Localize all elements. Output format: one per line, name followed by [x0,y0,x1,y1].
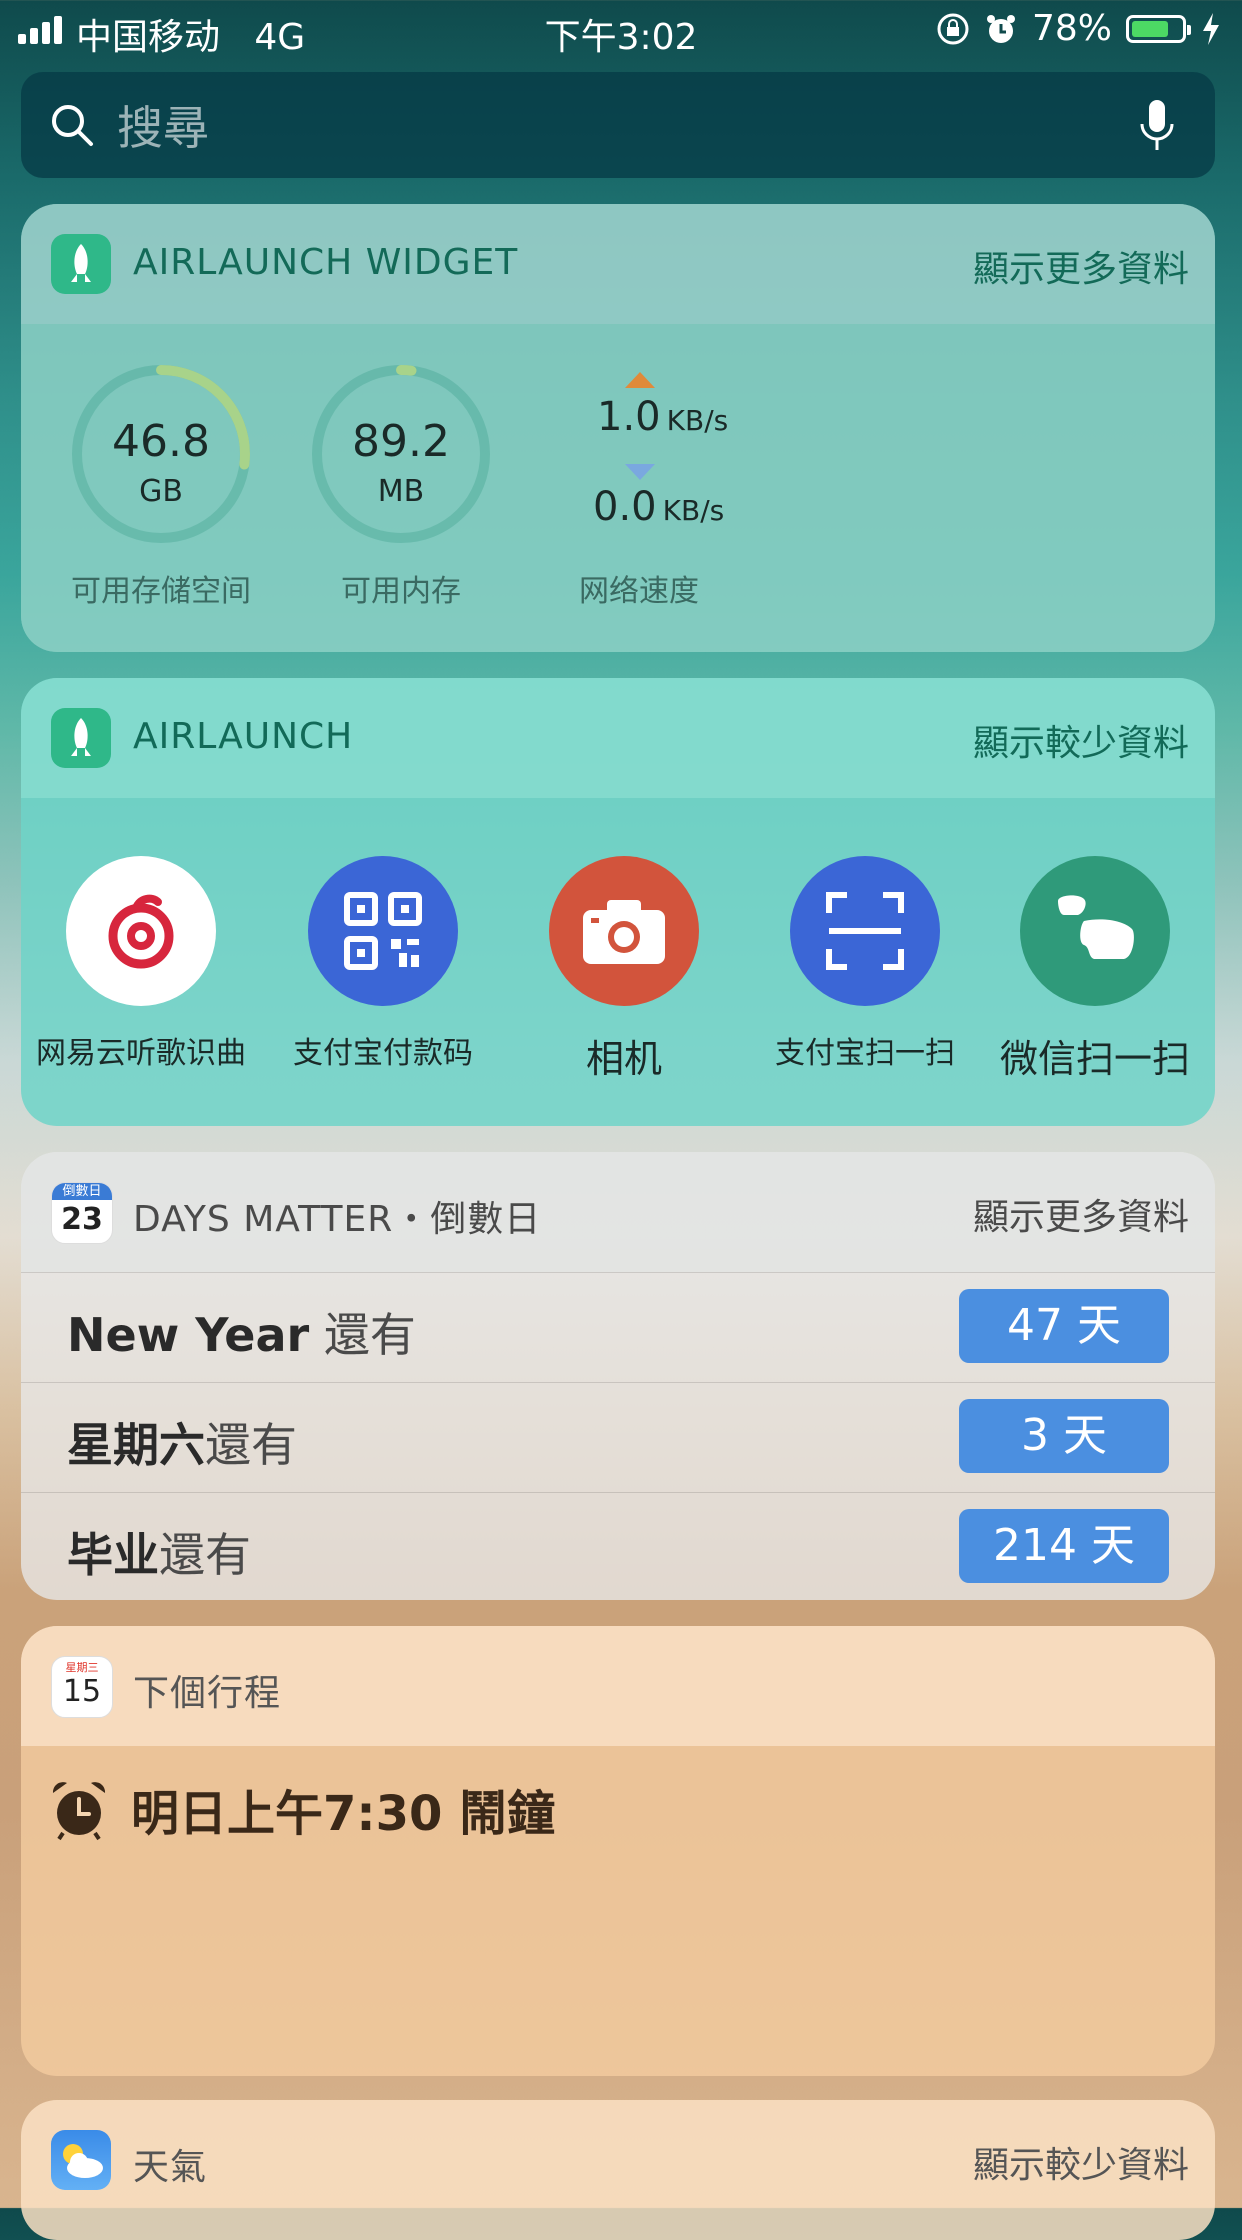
airlaunch-app-icon [51,708,111,768]
widget-header: 星期三 15 下個行程 [21,1626,1215,1746]
app-label: 微信扫一扫 [999,1037,1190,1081]
widget-title: AIRLAUNCH WIDGET [133,242,519,283]
days-badge: 3 天 [959,1399,1169,1473]
upload-speed: 1.0 [597,394,661,440]
event-text: 明日上午7:30 鬧鐘 [131,1786,556,1842]
alarm-icon [986,14,1015,43]
event-name: 星期六 [67,1418,205,1472]
memory-gauge: 89.2 MB [311,364,491,544]
battery-percent: 78% [1031,8,1112,49]
memory-value: 89.2 [352,416,450,467]
app-label: 支付宝付款码 [293,1036,473,1071]
orientation-lock-icon [937,13,969,44]
app-label: 支付宝扫一扫 [775,1036,955,1071]
widget-title: 天氣 [133,2147,208,2188]
widget-header: AIRLAUNCH 顯示較少資料 [21,678,1215,798]
download-unit: KB/s [662,494,725,527]
upload-unit: KB/s [666,404,729,437]
airlaunch-widget-card: AIRLAUNCH WIDGET 顯示更多資料 46.8 GB 可用存储空间 8… [21,204,1215,652]
netease-music-icon [66,856,216,1006]
up-next-card: 星期三 15 下個行程 明日上午7:30 鬧鐘 [21,1626,1215,2076]
alarm-clock-icon [52,1782,106,1841]
qr-code-icon [308,856,458,1006]
launcher-netease[interactable]: 网易云听歌识曲 [21,856,261,1072]
upload-arrow-icon [625,372,655,388]
app-label: 网易云听歌识曲 [36,1036,246,1071]
charging-icon [1203,12,1219,45]
search-bar[interactable]: 搜尋 [21,72,1215,178]
camera-icon [549,856,699,1006]
download-arrow-icon [625,464,655,480]
airlaunch-app-icon [51,234,111,294]
network-speed: 1.0 KB/s 0.0 KB/s [565,364,765,544]
app-label: 相机 [585,1037,662,1081]
weather-app-icon [51,2130,111,2190]
countdown-row[interactable]: 星期六還有 3 天 [21,1382,1215,1493]
microphone-icon[interactable] [1137,98,1177,154]
battery-icon [1126,14,1191,43]
days-icon-number: 23 [61,1202,103,1237]
search-icon [52,105,93,146]
widget-header: 天氣 顯示較少資料 [21,2100,1215,2220]
show-more-button[interactable]: 顯示更多資料 [973,1188,1189,1240]
wechat-scan-icon [1020,856,1170,1006]
next-event[interactable]: 明日上午7:30 鬧鐘 [47,1774,555,1844]
status-bar: 中国移动 4G 下午3:02 78% [0,0,1242,62]
download-speed: 0.0 [593,484,657,530]
launcher-alipay-scan[interactable]: 支付宝扫一扫 [745,856,985,1072]
event-suffix: 還有 [159,1528,251,1582]
show-less-button[interactable]: 顯示較少資料 [973,714,1189,766]
widget-title: 下個行程 [133,1673,282,1714]
launcher-camera[interactable]: 相机 [504,856,744,1083]
memory-label: 可用内存 [341,574,461,609]
scan-icon [790,856,940,1006]
search-input[interactable]: 搜尋 [117,92,209,158]
storage-label: 可用存储空间 [71,574,251,609]
days-badge: 214 天 [959,1509,1169,1583]
storage-value: 46.8 [112,416,210,467]
launcher-alipay-pay[interactable]: 支付宝付款码 [263,856,503,1072]
days-matter-app-icon: 倒數日 23 [51,1182,113,1244]
days-icon-label: 倒數日 [52,1183,112,1200]
weather-card: 天氣 顯示較少資料 [21,2100,1215,2240]
widget-header: 倒數日 23 DAYS MATTER・倒數日 顯示更多資料 [21,1152,1215,1272]
calendar-icon-date: 15 [62,1674,102,1709]
countdown-row[interactable]: New Year 還有 47 天 [21,1272,1215,1383]
event-suffix: 還有 [309,1308,416,1362]
storage-gauge: 46.8 GB [71,364,251,544]
launcher-wechat-scan[interactable]: 微信扫一扫 [975,856,1215,1083]
widget-title: AIRLAUNCH [133,716,354,757]
show-more-button[interactable]: 顯示更多資料 [973,240,1189,292]
widget-header: AIRLAUNCH WIDGET 顯示更多資料 [21,204,1215,324]
calendar-icon-day: 星期三 [65,1661,99,1674]
calendar-app-icon: 星期三 15 [51,1656,113,1718]
event-suffix: 還有 [205,1418,297,1472]
storage-unit: GB [139,474,183,509]
event-name: 毕业 [67,1528,159,1582]
airlaunch-card: AIRLAUNCH 顯示較少資料 网易云听歌识曲 支付宝付款码 相机 支付宝扫一… [21,678,1215,1126]
widget-title: DAYS MATTER・倒數日 [133,1199,542,1240]
days-matter-card: 倒數日 23 DAYS MATTER・倒數日 顯示更多資料 New Year 還… [21,1152,1215,1600]
show-less-button[interactable]: 顯示較少資料 [973,2136,1189,2188]
countdown-row[interactable]: 毕业還有 214 天 [21,1492,1215,1600]
network-label: 网络速度 [579,574,699,609]
memory-unit: MB [377,474,425,509]
days-badge: 47 天 [959,1289,1169,1363]
event-name: New Year [67,1308,310,1362]
